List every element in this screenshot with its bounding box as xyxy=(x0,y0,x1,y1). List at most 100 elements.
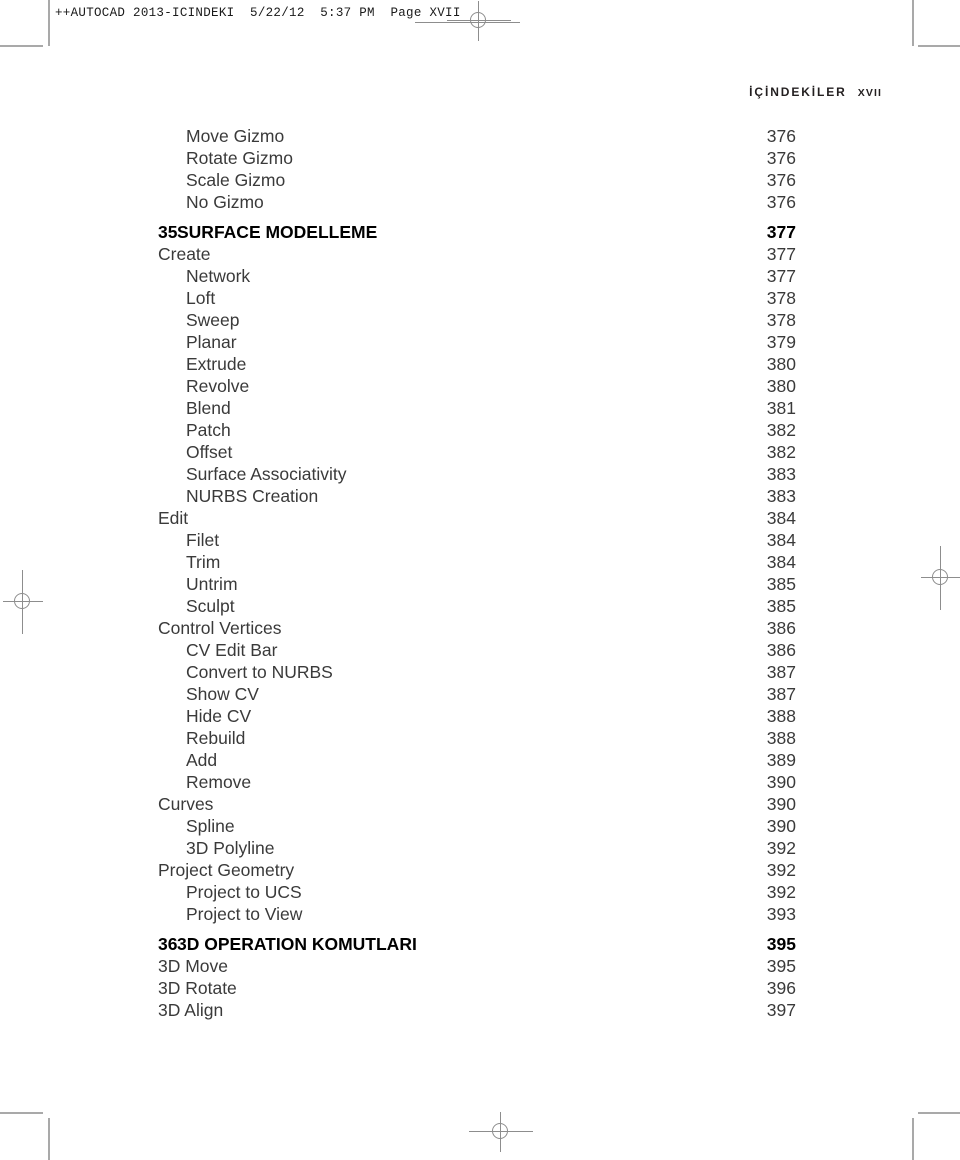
toc-entry-row: Edit 384 xyxy=(158,508,796,530)
toc-entry-label: Offset xyxy=(186,442,233,462)
toc-entry-label: Extrude xyxy=(186,354,247,374)
registration-vertical-line xyxy=(940,546,941,610)
toc-entry-row: 3D Move 395 xyxy=(158,956,796,978)
crop-mark-top-right-vertical xyxy=(912,0,914,46)
toc-page-number: 380 xyxy=(766,354,796,374)
toc-entry-row: Project to View 393 xyxy=(158,904,796,926)
toc-entry-label: Show CV xyxy=(186,684,259,704)
toc-page-number: 388 xyxy=(766,728,796,748)
toc-entry-label: Scale Gizmo xyxy=(186,170,286,190)
crop-mark-bottom-right-horizontal xyxy=(918,1112,960,1114)
toc-page-number: 379 xyxy=(766,332,796,352)
toc-entry-row: Show CV 387 xyxy=(158,684,796,706)
registration-vertical-line xyxy=(22,570,23,634)
slug-rule xyxy=(415,22,520,23)
toc-entry-label: Filet xyxy=(186,530,220,550)
toc-page-number: 397 xyxy=(766,1000,796,1020)
toc-page-number: 390 xyxy=(766,816,796,836)
toc-page-number: 377 xyxy=(766,244,796,264)
toc-page-number: 390 xyxy=(766,794,796,814)
toc-entry-row: 3D Align 397 xyxy=(158,1000,796,1022)
toc-entry-row: Planar 379 xyxy=(158,332,796,354)
toc-entry-row: NURBS Creation 383 xyxy=(158,486,796,508)
toc-entry-row: Sculpt 385 xyxy=(158,596,796,618)
toc-entry-label: Create xyxy=(158,244,211,264)
toc-entry-row: CV Edit Bar 386 xyxy=(158,640,796,662)
toc-entry-row: Trim 384 xyxy=(158,552,796,574)
toc-entry-row: Filet 384 xyxy=(158,530,796,552)
toc-entry-label: NURBS Creation xyxy=(186,486,319,506)
toc-entry-row: Untrim 385 xyxy=(158,574,796,596)
toc-entry-label: Surface Associativity xyxy=(186,464,347,484)
toc-page-number: 384 xyxy=(766,530,796,550)
toc-page-number: 387 xyxy=(766,662,796,682)
toc-page-number: 378 xyxy=(766,288,796,308)
toc-entry-row: Control Vertices 386 xyxy=(158,618,796,640)
toc-page-number: 395 xyxy=(766,934,796,954)
toc-entry-label: Project to View xyxy=(186,904,303,924)
toc-entry-label: Project to UCS xyxy=(186,882,302,902)
registration-vertical-line xyxy=(500,1112,501,1152)
toc-entry-row: Hide CV 388 xyxy=(158,706,796,728)
toc-entry-row: Convert to NURBS 387 xyxy=(158,662,796,684)
toc-entry-row: Patch 382 xyxy=(158,420,796,442)
toc-entry-row: Rebuild 388 xyxy=(158,728,796,750)
toc-entry-row: Loft 378 xyxy=(158,288,796,310)
toc-page-number: 388 xyxy=(766,706,796,726)
toc-page-number: 376 xyxy=(766,126,796,146)
toc-entry-label: Revolve xyxy=(186,376,250,396)
registration-horizontal-line xyxy=(3,601,43,602)
registration-horizontal-line xyxy=(447,20,511,21)
toc-entry-row: Project Geometry 392 xyxy=(158,860,796,882)
toc-entry-label: Edit xyxy=(158,508,189,528)
registration-mark-left xyxy=(3,570,43,634)
crop-mark-bottom-left-horizontal xyxy=(0,1112,43,1114)
toc-entry-label: 35SURFACE MODELLEME xyxy=(158,222,756,243)
toc-entry-label: Curves xyxy=(158,794,214,814)
running-head: İÇİNDEKİLER XVII xyxy=(749,85,882,99)
registration-mark-top xyxy=(447,1,511,41)
toc-entry-row: Network 377 xyxy=(158,266,796,288)
toc-entry-row: Rotate Gizmo 376 xyxy=(158,148,796,170)
toc-page-number: 382 xyxy=(766,442,796,462)
crop-mark-top-left-horizontal xyxy=(0,45,43,47)
running-head-folio: XVII xyxy=(857,87,882,99)
toc-page-number: 392 xyxy=(766,882,796,902)
toc-entry-row: Create 377 xyxy=(158,244,796,266)
toc-page-number: 385 xyxy=(766,574,796,594)
toc-entry-label: Rebuild xyxy=(186,728,246,748)
toc-page-number: 383 xyxy=(766,464,796,484)
toc-entry-row: Spline 390 xyxy=(158,816,796,838)
registration-mark-right xyxy=(921,546,960,610)
toc-entry-label: Spline xyxy=(186,816,235,836)
toc-page-number: 384 xyxy=(766,552,796,572)
toc-page-number: 393 xyxy=(766,904,796,924)
toc-entry-label: Network xyxy=(186,266,251,286)
toc-chapter-row: 35SURFACE MODELLEME 377 xyxy=(158,222,796,244)
toc-entry-label: Project Geometry xyxy=(158,860,295,880)
toc-entry-label: Rotate Gizmo xyxy=(186,148,293,168)
toc-page-number: 385 xyxy=(766,596,796,616)
toc-page-number: 384 xyxy=(766,508,796,528)
toc-entry-row: Add 389 xyxy=(158,750,796,772)
registration-horizontal-line xyxy=(921,577,960,578)
toc-entry-label: 3D Align xyxy=(158,1000,224,1020)
toc-page-number: 386 xyxy=(766,640,796,660)
toc-entry-row: Scale Gizmo 376 xyxy=(158,170,796,192)
toc-page-number: 377 xyxy=(766,266,796,286)
registration-horizontal-line xyxy=(469,1131,533,1132)
toc-entry-label: Blend xyxy=(186,398,231,418)
toc-chapter-number: 35 xyxy=(158,222,178,242)
toc-entry-label: Convert to NURBS xyxy=(186,662,333,682)
registration-mark-bottom xyxy=(469,1112,533,1152)
toc-chapter-row: 363D OPERATION KOMUTLARI 395 xyxy=(158,934,796,956)
toc-entry-label: Hide CV xyxy=(186,706,252,726)
toc-chapter-number: 36 xyxy=(158,934,178,954)
toc-page-number: 383 xyxy=(766,486,796,506)
toc-chapter-title: SURFACE MODELLEME xyxy=(177,222,378,242)
toc-entry-label: Remove xyxy=(186,772,252,792)
toc-page-number: 395 xyxy=(766,956,796,976)
toc-entry-row: 3D Polyline 392 xyxy=(158,838,796,860)
toc-entry-row: Surface Associativity 383 xyxy=(158,464,796,486)
printed-page: ++AUTOCAD 2013-ICINDEKI 5/22/12 5:37 PM … xyxy=(0,0,960,1160)
